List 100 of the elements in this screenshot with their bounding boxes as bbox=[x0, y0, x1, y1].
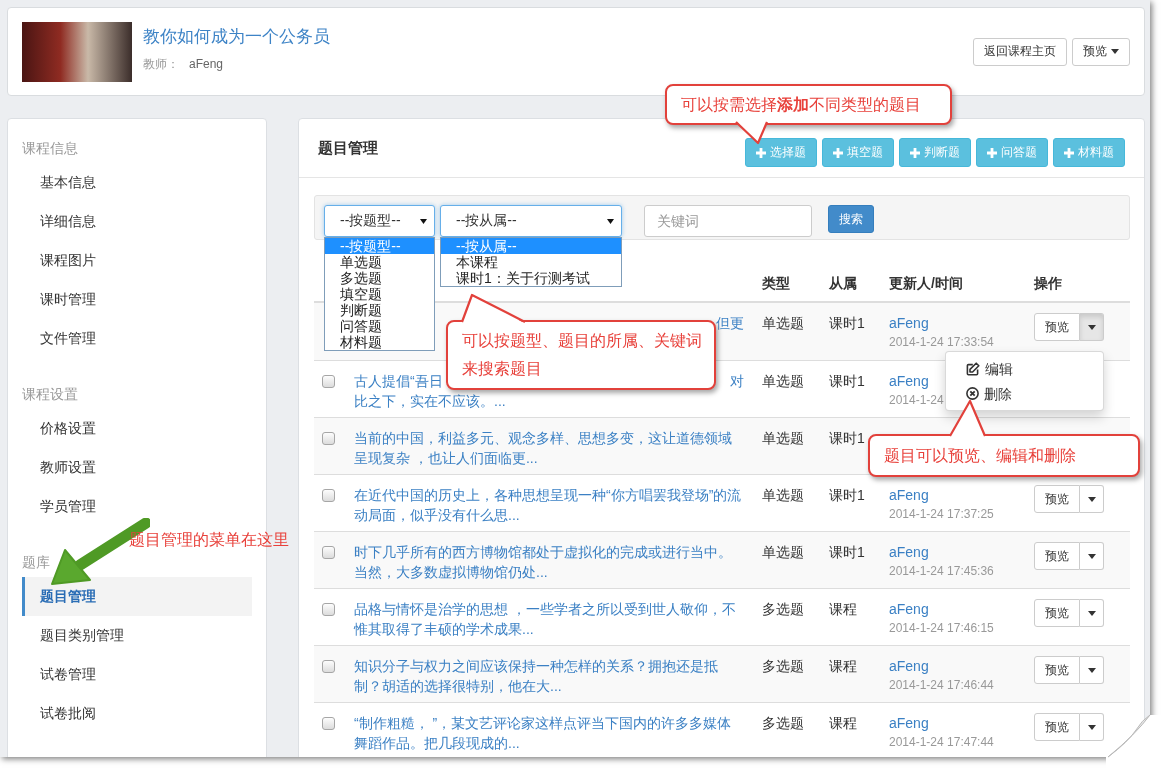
row-checkbox[interactable] bbox=[322, 432, 335, 445]
row-checkbox[interactable] bbox=[322, 546, 335, 559]
caret-icon bbox=[1087, 667, 1096, 673]
question-link[interactable]: 对 bbox=[730, 371, 744, 391]
caret-icon bbox=[1087, 324, 1096, 330]
menu-item[interactable]: 编辑 bbox=[946, 356, 1103, 381]
dropdown-toggle[interactable] bbox=[1080, 713, 1104, 741]
dropdown-toggle[interactable] bbox=[1080, 542, 1104, 570]
sidebar-item[interactable]: 教师设置 bbox=[22, 448, 252, 487]
sidebar-item[interactable]: 试卷管理 bbox=[22, 655, 252, 694]
sidebar-item[interactable]: 详细信息 bbox=[22, 202, 252, 241]
annotation-text: 题目可以预览、编辑和删除 bbox=[884, 447, 1076, 464]
preview-button[interactable]: 预览 bbox=[1034, 313, 1080, 341]
sidebar-item[interactable]: 课程图片 bbox=[22, 241, 252, 280]
author-link[interactable]: aFeng bbox=[889, 713, 929, 733]
question-link[interactable]: 在近代中国的历史上，各种思想呈现一种“你方唱罢我登场”的流动局面，似乎没有什么思... bbox=[354, 485, 744, 525]
preview-button[interactable]: 预览 bbox=[1034, 599, 1080, 627]
question-link[interactable]: 比之下，实在不应该。... bbox=[354, 391, 506, 411]
caret-icon bbox=[1087, 724, 1096, 730]
question-link[interactable]: 但更 bbox=[716, 313, 744, 333]
column-header: 类型 bbox=[761, 274, 791, 293]
author-link[interactable]: aFeng bbox=[889, 542, 929, 562]
question-link[interactable]: 品格与情怀是治学的思想 ，一些学者之所以受到世人敬仰，不惟其取得了丰硕的学术成果... bbox=[354, 599, 744, 639]
row-checkbox[interactable] bbox=[322, 603, 335, 616]
question-link[interactable]: 古人提倡“吾日 bbox=[354, 371, 443, 391]
sidebar-heading: 题库 bbox=[22, 553, 51, 572]
update-time: 2014-1-24 17:46:44 bbox=[889, 678, 994, 693]
preview-button[interactable]: 预览 bbox=[1034, 656, 1080, 684]
question-scope: 课时1 bbox=[829, 486, 865, 505]
dropdown-option[interactable]: 单选题 bbox=[325, 254, 434, 270]
course-home-button[interactable]: 返回课程主页 bbox=[973, 37, 1067, 66]
row-checkbox[interactable] bbox=[322, 489, 335, 502]
annotation-text: 题目管理的菜单在这里 bbox=[129, 530, 289, 550]
sidebar-item[interactable]: 试卷批阅 bbox=[22, 694, 252, 733]
dropdown-toggle[interactable] bbox=[1080, 485, 1104, 513]
plus-icon bbox=[987, 147, 997, 158]
dropdown-option[interactable]: 课时1：关于行测考试 bbox=[441, 270, 621, 286]
menu-item[interactable]: 删除 bbox=[946, 381, 1103, 406]
x-circle-icon bbox=[966, 387, 979, 400]
sidebar-item[interactable]: 价格设置 bbox=[22, 409, 252, 448]
search-button[interactable]: 搜索 bbox=[828, 205, 874, 233]
plus-icon bbox=[756, 147, 766, 158]
plus-icon bbox=[1064, 147, 1074, 158]
question-link[interactable]: 当前的中国，利益多元、观念多样、思想多变，这让道德领域呈现复杂 ，也让人们面临更... bbox=[354, 428, 744, 468]
question-type: 多选题 bbox=[762, 600, 804, 619]
teacher-label: 教师： bbox=[143, 56, 179, 71]
dropdown-option[interactable]: 判断题 bbox=[325, 302, 434, 318]
question-scope: 课时1 bbox=[829, 429, 865, 448]
question-type: 单选题 bbox=[762, 314, 804, 333]
column-header: 操作 bbox=[1033, 274, 1063, 293]
dropdown-toggle[interactable] bbox=[1080, 313, 1104, 341]
sidebar-item[interactable]: 题目类别管理 bbox=[22, 616, 252, 655]
row-checkbox[interactable] bbox=[322, 375, 335, 388]
column-header: 更新人/时间 bbox=[888, 274, 964, 293]
dropdown-option[interactable]: 本课程 bbox=[441, 254, 621, 270]
column-header: 从属 bbox=[828, 274, 858, 293]
preview-button[interactable]: 预览 bbox=[1034, 485, 1080, 513]
dropdown-option[interactable]: 材料题 bbox=[325, 334, 434, 350]
preview-button[interactable]: 预览 bbox=[1034, 542, 1080, 570]
author-link[interactable]: aFeng bbox=[889, 485, 929, 505]
course-title: 教你如何成为一个公务员 bbox=[143, 25, 330, 48]
author-link[interactable]: aFeng bbox=[889, 371, 929, 391]
update-time: 2014-1-24 17:45:36 bbox=[889, 564, 994, 579]
plus-icon bbox=[833, 147, 843, 158]
caret-icon bbox=[1087, 610, 1096, 616]
question-scope-select[interactable]: --按从属-- bbox=[440, 205, 622, 237]
question-scope: 课时1 bbox=[829, 314, 865, 333]
caret-icon bbox=[1111, 49, 1119, 54]
author-link[interactable]: aFeng bbox=[889, 656, 929, 676]
dropdown-option[interactable]: 问答题 bbox=[325, 318, 434, 334]
update-time: 2014-1-24 17:33:54 bbox=[889, 335, 994, 350]
question-type: 单选题 bbox=[762, 486, 804, 505]
question-link[interactable]: 知识分子与权力之间应该保持一种怎样的关系？拥抱还是抵制？胡适的选择很特别，他在大... bbox=[354, 656, 744, 696]
annotation-text: 可以按题型、题目的所属、关键词来搜索题目 bbox=[462, 332, 702, 377]
row-checkbox[interactable] bbox=[322, 660, 335, 673]
preview-dropdown-button[interactable]: 预览 bbox=[1072, 37, 1130, 66]
author-link[interactable]: aFeng bbox=[889, 599, 929, 619]
dropdown-option[interactable]: 填空题 bbox=[325, 286, 434, 302]
author-link[interactable]: aFeng bbox=[889, 313, 929, 333]
dropdown-toggle[interactable] bbox=[1080, 656, 1104, 684]
preview-button[interactable]: 预览 bbox=[1034, 713, 1080, 741]
sidebar-item[interactable]: 学员管理 bbox=[22, 487, 252, 526]
question-type-select[interactable]: --按题型-- bbox=[324, 205, 435, 237]
update-time: 2014-1-24 17:47:44 bbox=[889, 735, 994, 750]
row-checkbox[interactable] bbox=[322, 717, 335, 730]
sidebar-item[interactable]: 课时管理 bbox=[22, 280, 252, 319]
question-link[interactable]: 时下几乎所有的西方博物馆都处于虚拟化的完成或进行当中。当然，大多数虚拟博物馆仍处... bbox=[354, 542, 744, 582]
question-scope: 课时1 bbox=[829, 372, 865, 391]
caret-icon bbox=[1087, 553, 1096, 559]
update-time: 2014-1-24 bbox=[889, 393, 944, 408]
dropdown-option[interactable]: 多选题 bbox=[325, 270, 434, 286]
dropdown-toggle[interactable] bbox=[1080, 599, 1104, 627]
sidebar-item[interactable]: 文件管理 bbox=[22, 319, 252, 358]
keyword-field[interactable]: 关键词 bbox=[644, 205, 812, 237]
question-link[interactable]: “制作粗糙， ”，某文艺评论家这样点评当下国内的许多多媒体舞蹈作品。把几段现成的... bbox=[354, 713, 744, 753]
sidebar-item[interactable]: 题目管理 bbox=[22, 577, 252, 616]
sidebar-item[interactable]: 基本信息 bbox=[22, 163, 252, 202]
plus-icon bbox=[910, 147, 920, 158]
pencil-square-icon bbox=[966, 361, 980, 376]
question-type: 单选题 bbox=[762, 543, 804, 562]
